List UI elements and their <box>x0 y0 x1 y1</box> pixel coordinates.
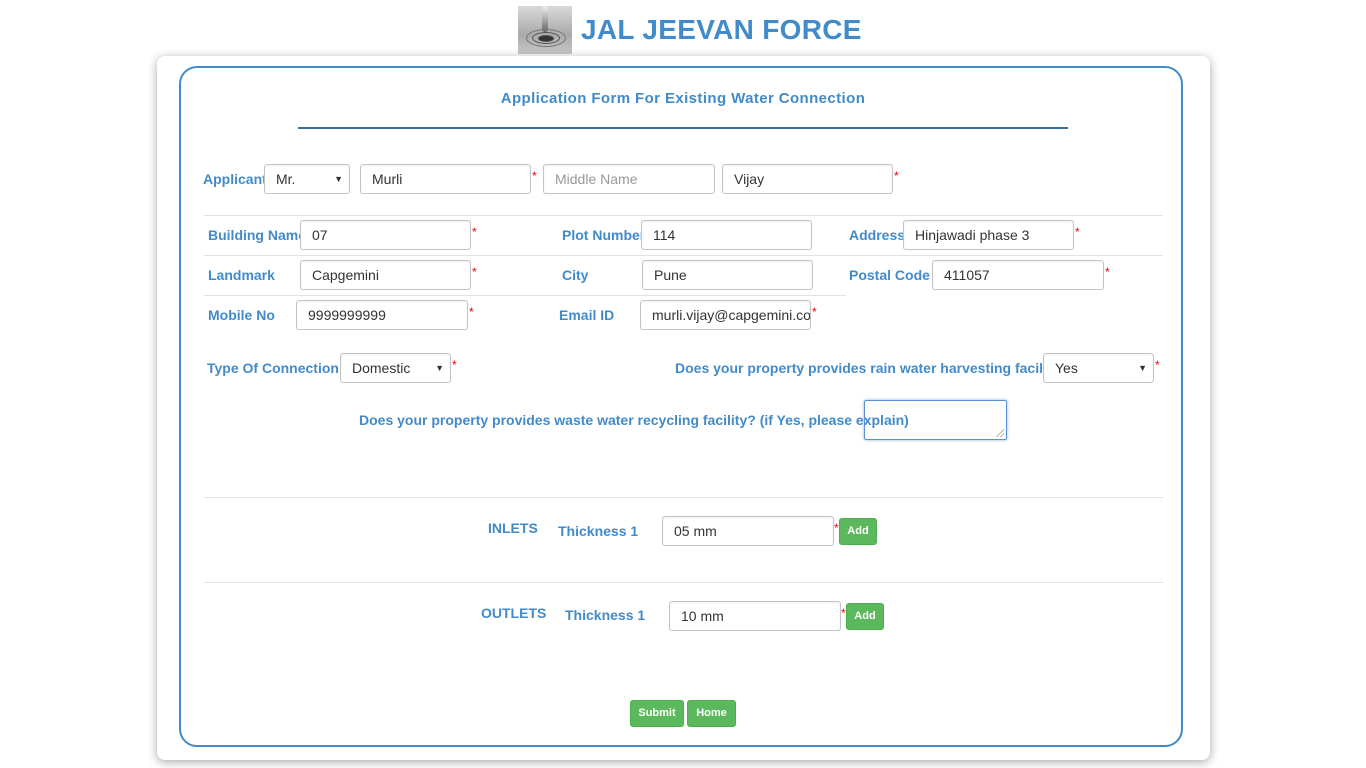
required-marker: * <box>841 606 846 620</box>
rain-harvest-value: Yes <box>1055 360 1078 376</box>
required-marker: * <box>834 521 839 535</box>
divider <box>204 582 1163 583</box>
salutation-value: Mr. <box>276 171 296 187</box>
water-drop-logo-icon <box>518 6 572 54</box>
required-marker: * <box>812 305 817 319</box>
divider <box>204 255 1163 256</box>
building-name-label: Building Name <box>208 227 307 243</box>
required-marker: * <box>472 265 477 279</box>
required-marker: * <box>1155 358 1160 372</box>
title-divider <box>298 127 1068 129</box>
connection-type-label: Type Of Connection <box>207 360 339 376</box>
city-field[interactable]: Pune <box>642 260 813 290</box>
middle-name-field[interactable]: Middle Name <box>543 164 715 194</box>
add-inlet-button[interactable]: Add <box>839 518 877 545</box>
waste-water-textarea[interactable] <box>864 400 1007 440</box>
brand-title: JAL JEEVAN FORCE <box>581 14 862 45</box>
required-marker: * <box>532 169 537 183</box>
outlet-thickness-field[interactable]: 10 mm <box>669 601 841 631</box>
mobile-label: Mobile No <box>208 307 275 323</box>
required-marker: * <box>472 225 477 239</box>
resize-handle-icon[interactable] <box>996 429 1004 437</box>
add-outlet-button[interactable]: Add <box>846 603 884 630</box>
salutation-select[interactable]: Mr. ▼ <box>264 164 350 194</box>
divider <box>204 215 1163 216</box>
required-marker: * <box>894 169 899 183</box>
address-label: Address <box>849 227 906 243</box>
outlets-label: OUTLETS <box>481 605 547 621</box>
waste-water-label: Does your property provides waste water … <box>359 412 909 428</box>
inlet-thickness-field[interactable]: 05 mm <box>662 516 834 546</box>
chevron-down-icon: ▼ <box>334 174 343 184</box>
inlets-label: INLETS <box>488 520 538 536</box>
plot-number-label: Plot Number <box>562 227 646 243</box>
outlet-thickness-label: Thickness 1 <box>565 607 646 623</box>
chevron-down-icon: ▼ <box>1138 363 1147 373</box>
rain-harvest-label: Does your property provides rain water h… <box>675 360 1068 376</box>
connection-type-select[interactable]: Domestic ▼ <box>340 353 451 383</box>
rain-harvest-select[interactable]: Yes ▼ <box>1043 353 1154 383</box>
applicant-label: Applicant <box>203 171 267 187</box>
postal-code-field[interactable]: 411057 <box>932 260 1104 290</box>
postal-code-label: Postal Code <box>849 267 930 283</box>
divider <box>204 295 846 296</box>
inlet-thickness-label: Thickness 1 <box>558 523 639 539</box>
first-name-field[interactable]: Murli <box>360 164 531 194</box>
city-label: City <box>562 267 589 283</box>
required-marker: * <box>469 305 474 319</box>
page-header: JAL JEEVAN FORCE <box>0 0 1366 56</box>
required-marker: * <box>1105 265 1110 279</box>
address-field[interactable]: Hinjawadi phase 3 <box>903 220 1074 250</box>
last-name-field[interactable]: Vijay <box>722 164 893 194</box>
connection-type-value: Domestic <box>352 360 411 376</box>
plot-number-field[interactable]: 114 <box>641 220 812 250</box>
home-button[interactable]: Home <box>687 700 736 727</box>
divider <box>204 497 1163 498</box>
chevron-down-icon: ▼ <box>435 363 444 373</box>
required-marker: * <box>1075 225 1080 239</box>
mobile-field[interactable]: 9999999999 <box>296 300 468 330</box>
required-marker: * <box>452 358 457 372</box>
form-title: Application Form For Existing Water Conn… <box>500 90 866 107</box>
email-label: Email ID <box>559 307 615 323</box>
submit-button[interactable]: Submit <box>630 700 684 727</box>
landmark-label: Landmark <box>208 267 275 283</box>
email-field[interactable]: murli.vijay@capgemini.com <box>640 300 811 330</box>
building-name-field[interactable]: 07 <box>300 220 471 250</box>
landmark-field[interactable]: Capgemini <box>300 260 471 290</box>
